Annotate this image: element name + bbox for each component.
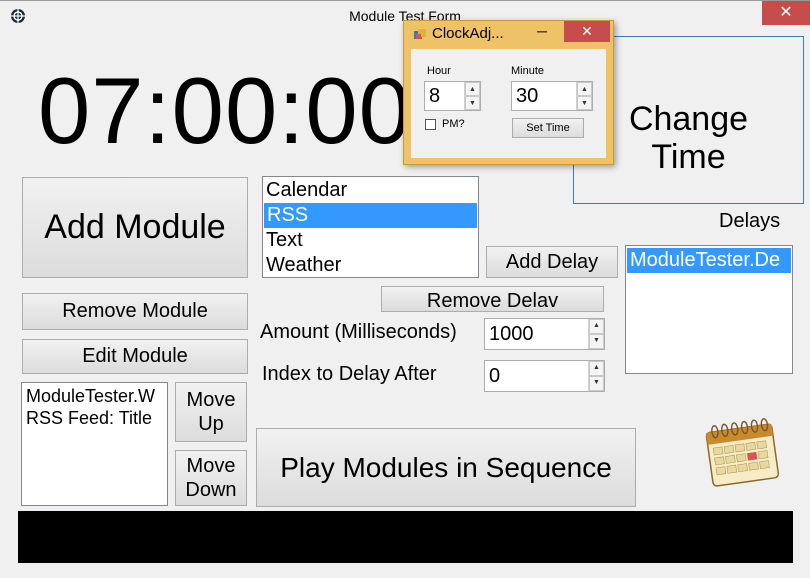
delays-label: Delays [719,210,781,232]
hour-value: 8 [429,85,441,107]
move-down-label-1: Move [186,455,236,477]
amount-spinner[interactable]: ▲ ▼ [588,319,604,349]
index-value: 0 [489,365,501,387]
close-button[interactable]: ✕ [762,1,810,25]
remove-delay-button[interactable]: Remove Delav [381,286,604,312]
add-delay-button[interactable]: Add Delay [486,246,618,278]
move-down-button[interactable]: Move Down [175,450,247,506]
minute-input[interactable]: 30 ▲ ▼ [511,81,593,111]
list-item[interactable]: Calendar [263,178,478,203]
list-item[interactable]: Text [263,228,478,253]
spin-down-icon[interactable]: ▼ [589,334,604,349]
main-window: Module Test Form ✕ 07:00:00 Change Time … [0,0,810,578]
list-item[interactable]: RSS [264,203,477,228]
spin-down-icon[interactable]: ▼ [589,376,604,391]
minute-spinner[interactable]: ▲ ▼ [576,82,592,110]
spin-up-icon[interactable]: ▲ [465,82,480,96]
add-module-button[interactable]: Add Module [22,177,248,278]
dialog-app-icon [414,29,426,39]
spin-down-icon[interactable]: ▼ [465,96,480,110]
dialog-client: Hour Minute 8 ▲ ▼ 30 ▲ ▼ PM? Set Time [411,49,606,158]
remove-delay-label: Remove Delav [426,290,559,312]
index-input[interactable]: 0 ▲ ▼ [484,360,605,392]
play-modules-button[interactable]: Play Modules in Sequence [256,428,636,507]
minimize-button[interactable]: ─ [528,22,556,42]
remove-module-button[interactable]: Remove Module [22,293,248,330]
index-label: Index to Delay After [262,363,437,385]
amount-input[interactable]: 1000 ▲ ▼ [484,318,605,350]
amount-value: 1000 [489,323,534,345]
spin-down-icon[interactable]: ▼ [577,96,592,110]
move-up-button[interactable]: Move Up [175,382,247,442]
edit-module-button[interactable]: Edit Module [22,339,248,374]
modules-list[interactable]: ModuleTester.W RSS Feed: Title [21,382,168,506]
set-time-button[interactable]: Set Time [512,118,584,138]
move-down-label-2: Down [185,479,237,501]
change-time-label-line1: Change [628,100,749,138]
list-item[interactable]: ModuleTester.W [23,385,166,407]
amount-label: Amount (Milliseconds) [260,321,457,343]
list-item[interactable]: Weather [263,253,478,277]
module-type-list[interactable]: Calendar RSS Text Weather [262,176,479,278]
hour-label: Hour [427,65,451,77]
status-bar [18,511,793,563]
minute-label: Minute [511,65,545,77]
dialog-title: ClockAdj... [432,25,504,42]
dialog-close-button[interactable]: ✕ [564,21,610,42]
pm-label: PM? [442,118,465,130]
pm-checkbox[interactable] [425,119,436,130]
hour-input[interactable]: 8 ▲ ▼ [424,81,481,111]
list-item[interactable]: RSS Feed: Title [23,407,166,429]
move-up-label-1: Move [186,389,236,411]
calendar-icon[interactable] [703,416,783,488]
clock-adjust-dialog: ClockAdj... ─ ✕ Hour Minute 8 ▲ ▼ 30 ▲ ▼ [403,20,614,165]
hour-spinner[interactable]: ▲ ▼ [464,82,480,110]
move-up-label-2: Up [198,413,224,435]
spin-up-icon[interactable]: ▲ [589,319,604,334]
list-item[interactable]: ModuleTester.De [627,248,791,273]
change-time-label-line2: Time [651,138,726,176]
delays-list[interactable]: ModuleTester.De [625,245,793,374]
index-spinner[interactable]: ▲ ▼ [588,361,604,391]
spin-up-icon[interactable]: ▲ [577,82,592,96]
clock-display: 07:00:00 [38,58,412,163]
minute-value: 30 [516,85,539,107]
spin-up-icon[interactable]: ▲ [589,361,604,376]
